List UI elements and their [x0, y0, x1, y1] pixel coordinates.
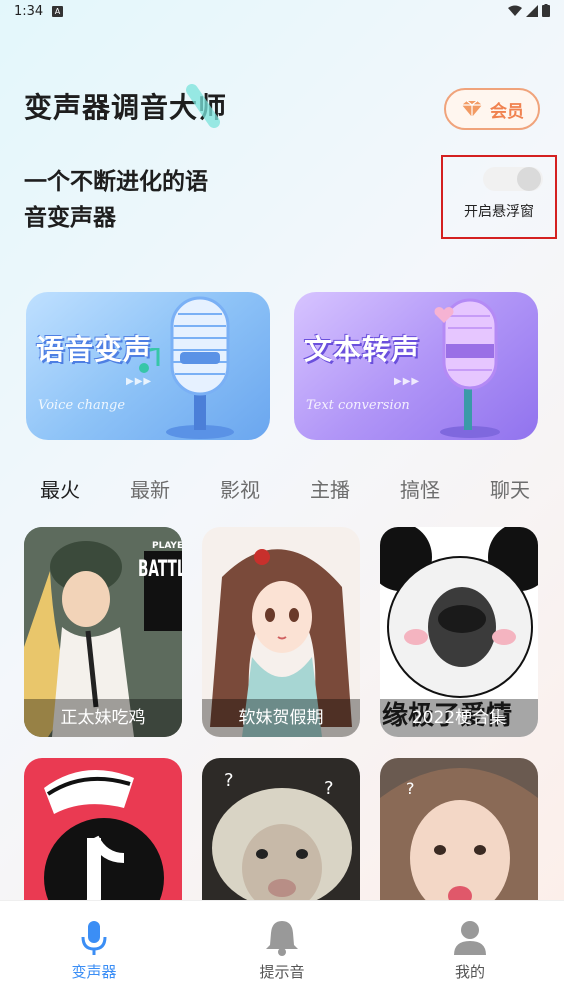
voice-change-title: 语音变声 [36, 333, 153, 366]
voice-item[interactable] [24, 758, 182, 918]
sound-wave-decoration [186, 84, 220, 128]
floating-window-toggle[interactable] [483, 167, 543, 191]
arrows-decoration: ▶▶▶ [126, 376, 153, 387]
microphone-icon [81, 921, 107, 955]
notification-icon: A [52, 6, 63, 17]
item-label: 软妹贺假期 [202, 699, 360, 737]
thumbnail-text: PLAYE [152, 541, 182, 551]
voice-change-subtitle: Voice change [38, 398, 126, 413]
subtitle-line-2: 音变声器 [24, 205, 116, 231]
user-icon [454, 921, 486, 955]
tiktok-logo-illustration [24, 758, 182, 918]
item-thumbnail [24, 758, 182, 918]
status-time: 1:34 [14, 4, 44, 19]
toggle-knob [517, 167, 541, 191]
tab-funny[interactable]: 搞怪 [400, 474, 440, 503]
voice-change-card[interactable]: 语音变声 ▶▶▶ Voice change [26, 292, 270, 440]
bell-icon [266, 921, 298, 956]
nav-item-voice-changer[interactable]: 变声器 [0, 901, 188, 1004]
battery-icon [542, 4, 550, 17]
text-conversion-title: 文本转声 [304, 333, 421, 366]
nav-label: 提示音 [259, 963, 305, 981]
heart-icon [434, 307, 454, 323]
status-bar: 1:34 A [0, 0, 564, 24]
text-conversion-subtitle: Text conversion [306, 398, 410, 413]
text-conversion-card[interactable]: 文本转声 ▶▶▶ Text conversion [294, 292, 538, 440]
item-label: 2022梗合集 [380, 699, 538, 737]
floating-window-label: 开启悬浮窗 [464, 204, 534, 220]
nav-label: 变声器 [71, 963, 117, 981]
tab-streamer[interactable]: 主播 [310, 474, 350, 503]
diamond-icon [462, 100, 482, 117]
floating-window-setting: 开启悬浮窗 [441, 155, 557, 239]
voice-item[interactable]: 缘极了爱情 2022梗合集 [380, 527, 538, 737]
tab-newest[interactable]: 最新 [130, 474, 170, 503]
arrows-decoration: ▶▶▶ [394, 376, 421, 387]
svg-text:?: ? [324, 778, 334, 799]
item-thumbnail: ? [380, 758, 538, 918]
nav-item-notification-sound[interactable]: 提示音 [188, 901, 376, 1004]
nav-label: 我的 [454, 963, 485, 981]
voice-item[interactable]: PLAYE BATTLE 正太妹吃鸡 [24, 527, 182, 737]
item-label: 正太妹吃鸡 [24, 699, 182, 737]
thumbnail-text: BATTLE [138, 557, 182, 582]
status-icons [508, 4, 550, 17]
sheep-illustration: ? ? [202, 758, 360, 918]
nav-item-profile[interactable]: 我的 [376, 901, 564, 1004]
microphone-illustration [440, 298, 500, 438]
microphone-illustration [166, 296, 234, 439]
item-thumbnail: ? ? [202, 758, 360, 918]
svg-text:?: ? [406, 779, 415, 798]
subtitle: 一个不断进化的语 音变声器 [24, 164, 254, 236]
voice-item[interactable]: 软妹贺假期 [202, 527, 360, 737]
voice-item[interactable]: ? ? [202, 758, 360, 918]
vip-button[interactable]: 会员 [444, 88, 540, 130]
tab-chat[interactable]: 聊天 [490, 474, 530, 503]
tab-film[interactable]: 影视 [220, 474, 260, 503]
subtitle-line-1: 一个不断进化的语 [24, 169, 208, 195]
bottom-navigation: 变声器 提示音 我的 [0, 900, 564, 1004]
svg-text:?: ? [224, 770, 234, 791]
voice-item[interactable]: ? [380, 758, 538, 918]
signal-icon [526, 4, 538, 17]
wifi-icon [508, 5, 522, 16]
category-tabs: 最火 最新 影视 主播 搞怪 聊天 [0, 474, 564, 504]
vip-label: 会员 [490, 101, 524, 122]
girl-kiss-illustration: ? [380, 758, 538, 918]
tab-hottest[interactable]: 最火 [40, 474, 80, 503]
